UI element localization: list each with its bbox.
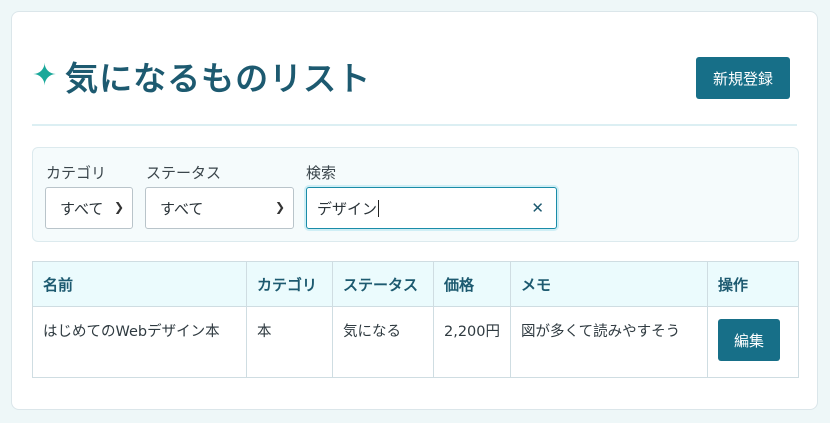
status-select-value: すべて <box>160 199 204 218</box>
cell-status: 気になる <box>332 306 434 378</box>
column-header-status: ステータス <box>332 261 434 307</box>
new-register-button[interactable]: 新規登録 <box>696 57 790 99</box>
chevron-down-icon: ❯ <box>274 200 285 214</box>
status-filter-label: ステータス <box>146 164 222 182</box>
sparkle-icon: ✦ <box>32 58 58 93</box>
category-select-value: すべて <box>60 199 104 218</box>
category-filter-label: カテゴリ <box>46 164 107 182</box>
category-select[interactable]: すべて ❯ <box>45 187 133 229</box>
page-title: 気になるものリスト <box>65 59 372 98</box>
search-label: 検索 <box>306 164 337 182</box>
cell-category: 本 <box>246 306 333 378</box>
search-input-value: デザイン <box>317 199 378 218</box>
page-header: ✦ 気になるものリスト 新規登録 <box>32 48 797 120</box>
search-input[interactable]: デザイン ✕ <box>306 187 557 229</box>
header-divider <box>32 124 797 126</box>
text-caret <box>378 199 380 217</box>
edit-button[interactable]: 編集 <box>718 319 780 361</box>
chevron-down-icon: ❯ <box>113 200 124 214</box>
column-header-memo: メモ <box>510 261 708 307</box>
column-header-name: 名前 <box>32 261 247 307</box>
main-card: ✦ 気になるものリスト 新規登録 カテゴリ すべて ❯ ステータス すべて ❯ … <box>11 11 818 410</box>
table-row: はじめてのWebデザイン本 本 気になる 2,200円 図が多くて読みやすそう … <box>32 306 799 378</box>
column-header-actions: 操作 <box>707 261 799 307</box>
close-icon[interactable]: ✕ <box>531 199 544 217</box>
status-select[interactable]: すべて ❯ <box>145 187 294 229</box>
items-table: 名前 カテゴリ ステータス 価格 メモ 操作 はじめてのWebデザイン本 本 気… <box>32 261 799 378</box>
title-wrap: ✦ 気になるものリスト <box>32 52 371 100</box>
table-header-row: 名前 カテゴリ ステータス 価格 メモ 操作 <box>32 261 799 307</box>
cell-price: 2,200円 <box>433 306 511 378</box>
cell-name: はじめてのWebデザイン本 <box>32 306 247 378</box>
column-header-price: 価格 <box>433 261 511 307</box>
cell-memo: 図が多くて読みやすそう <box>510 306 708 378</box>
filter-panel: カテゴリ すべて ❯ ステータス すべて ❯ 検索 デザイン ✕ <box>32 147 799 242</box>
cell-actions: 編集 <box>707 306 799 378</box>
column-header-category: カテゴリ <box>246 261 333 307</box>
